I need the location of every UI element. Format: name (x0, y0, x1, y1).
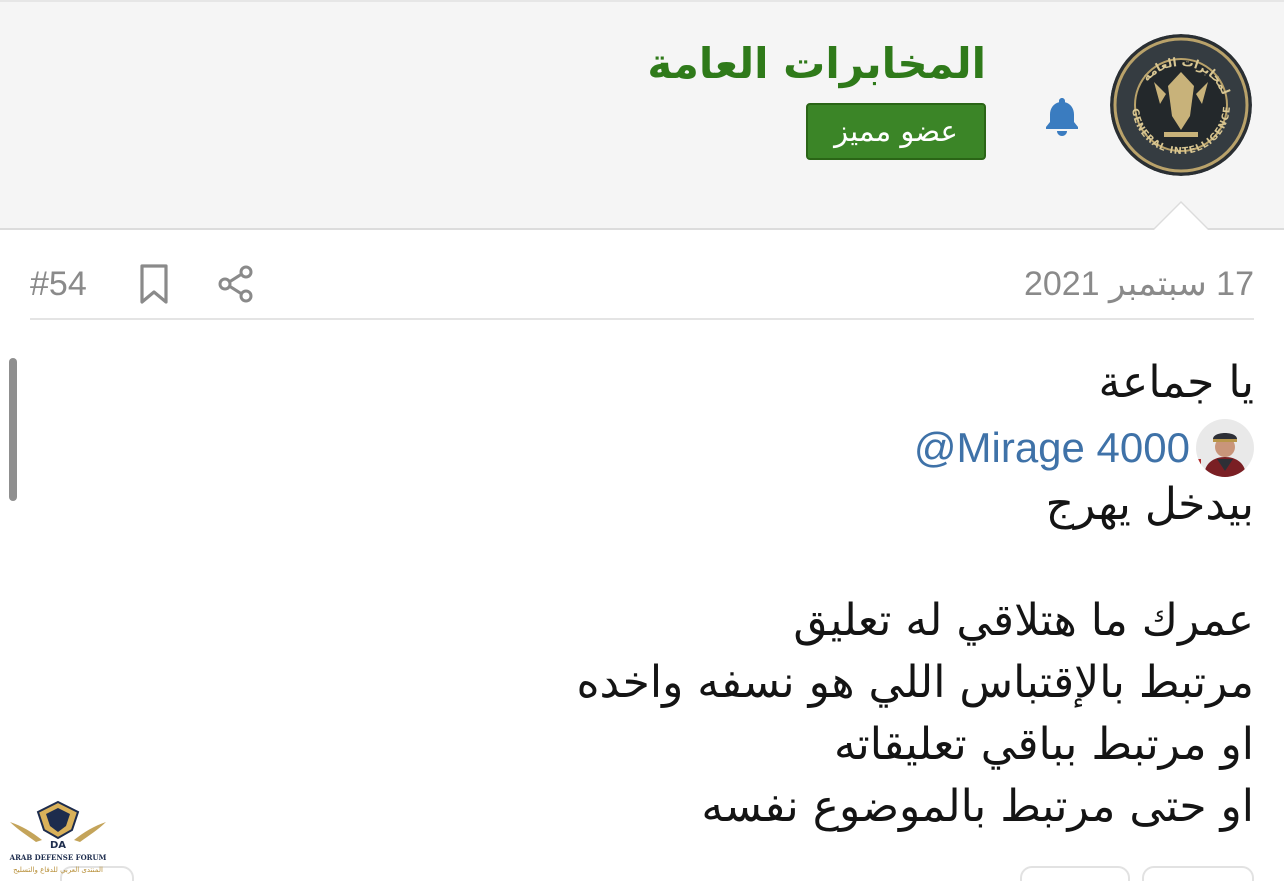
mention-username-link[interactable]: @Mirage 4000 (914, 423, 1190, 473)
share-icon[interactable] (216, 264, 256, 304)
watermark-arabic: المنتدى العربي للدفاع والتسليح (13, 866, 103, 874)
forum-post-page: GENERAL INTELLIGENCE SERVICE المخابرات ا… (0, 0, 1284, 881)
forum-watermark-logo: DA ARAB DEFENSE FORUM المنتدى العربي للد… (9, 800, 107, 874)
reply-button[interactable] (1142, 866, 1254, 881)
bookmark-icon[interactable] (136, 263, 172, 305)
post-number-link[interactable]: #54 (30, 262, 87, 306)
watermark-name: ARAB DEFENSE FORUM (9, 853, 107, 862)
post-meta-bar: 17 سبتمبر 2021 #54 (30, 250, 1254, 320)
mention-avatar[interactable] (1196, 419, 1254, 477)
post-line: يا جماعة (1098, 357, 1254, 408)
post-date[interactable]: 17 سبتمبر 2021 (1024, 262, 1254, 306)
post-author-header: GENERAL INTELLIGENCE SERVICE المخابرات ا… (0, 0, 1284, 230)
author-avatar[interactable]: GENERAL INTELLIGENCE SERVICE المخابرات ا… (1110, 34, 1252, 176)
post-line: او مرتبط بباقي تعليقاته (833, 719, 1254, 770)
user-mention[interactable]: @Mirage 4000 (254, 416, 1254, 480)
post-content: يا جماعة @Mirage 4000 بيدخل يهرج عمرك ما… (254, 358, 1254, 844)
header-pointer (1152, 201, 1210, 230)
post-line: عمرك ما هتلاقي له تعليق (793, 595, 1254, 646)
watermark-logo-text: DA (50, 840, 66, 851)
reaction-button[interactable] (1020, 866, 1130, 881)
author-username[interactable]: المخابرات العامة (647, 36, 986, 92)
post-line: او حتى مرتبط بالموضوع نفسه (701, 781, 1254, 832)
post-line: مرتبط بالإقتباس اللي هو نسفه واخده (576, 657, 1255, 708)
bell-icon[interactable] (1040, 94, 1084, 138)
post-line: بيدخل يهرج (1045, 479, 1254, 530)
scroll-indicator[interactable] (9, 358, 17, 501)
member-badge: عضو مميز (806, 103, 986, 160)
